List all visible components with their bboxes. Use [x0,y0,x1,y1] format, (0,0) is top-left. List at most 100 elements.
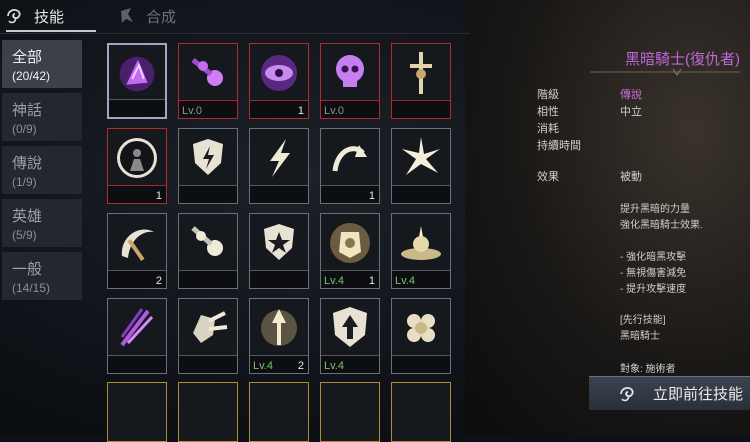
tab-skills-label: 技能 [34,8,65,26]
slot-footer [250,185,308,203]
category-name: 全部 [12,48,43,66]
duration-label: 持續時間 [537,140,581,152]
skill-slot[interactable]: 1 [320,128,380,204]
scythe-slash-icon [108,214,166,272]
slot-footer: 1 [250,100,308,118]
purple-eye-icon [250,44,308,102]
slot-footer: 2 [108,270,166,288]
category-all[interactable]: 全部 (20/42) [2,40,82,88]
star-shield-icon [250,214,308,272]
skill-slot[interactable] [178,213,238,289]
skill-slot[interactable] [249,382,309,442]
effect-value: 被動 [620,171,642,183]
purple-claw-icon [108,299,166,357]
eclipse-figure-icon [108,129,166,187]
go-to-skill-label: 立即前往技能 [653,386,744,403]
category-normal[interactable]: 一般 (14/15) [2,252,82,300]
skill-slot[interactable] [391,382,451,442]
attribute-value: 中立 [620,106,642,118]
slot-footer: Lv.0 [321,100,379,118]
category-mythic[interactable]: 神話 (0/9) [2,93,82,141]
target-line: 對象: 施術者 [620,364,676,375]
slot-footer: Lv.0 [179,100,237,118]
tab-skills[interactable]: 技能 [0,0,96,32]
skill-slot[interactable] [178,298,238,374]
skill-title: 黑暗騎士(復仇者) [625,51,740,68]
slot-footer [179,185,237,203]
skill-slot[interactable] [249,213,309,289]
skill-count: 1 [297,105,304,117]
dark-knight-icon [109,45,165,103]
slot-footer [109,99,165,117]
skill-slot[interactable] [391,43,451,119]
skill-slot[interactable] [107,382,167,442]
effect-label: 效果 [537,171,559,183]
cost-label: 消耗 [537,123,559,135]
slot-footer [392,355,450,373]
category-legend[interactable]: 傳說 (1/9) [2,146,82,194]
skill-slot[interactable]: Lv.4 1 [320,213,380,289]
skill-count: 1 [368,190,375,202]
slot-footer: Lv.4 2 [250,355,308,373]
shield-strike-icon [179,299,237,357]
curved-arrow-icon [321,129,379,187]
grade-label: 階級 [537,89,559,101]
skill-slot[interactable]: 1 [107,128,167,204]
skill-slot[interactable] [391,128,451,204]
purple-skull-icon [321,44,379,102]
slot-footer [392,185,450,203]
sword-emblem-icon [392,44,450,102]
skill-slot[interactable]: Lv.0 [178,43,238,119]
description-line: 強化黑暗騎士效果. [620,220,703,231]
skill-slot[interactable]: 2 [107,213,167,289]
attribute-label: 相性 [537,106,559,118]
holy-arrow-icon [250,299,308,357]
skill-slot[interactable]: Lv.4 [391,213,451,289]
skill-level: Lv.4 [324,275,344,287]
skill-slot[interactable]: Lv.0 [320,43,380,119]
lightning-icon [250,129,308,187]
bullet-line: - 強化暗黑攻擊 [620,252,687,263]
category-count: (20/42) [12,68,51,83]
description-line: 提升黑暗的力量 [620,204,690,215]
swirl-icon [7,9,21,24]
up-arrow-shield-icon [321,299,379,357]
anvil-icon [121,8,133,23]
go-to-skill-button[interactable]: 立即前往技能 [589,376,750,410]
skill-slot[interactable]: Lv.4 2 [249,298,309,374]
category-name: 神話 [12,101,43,119]
skill-slot[interactable] [107,43,167,119]
tab-synthesis[interactable]: 合成 [112,0,212,32]
category-name: 英雄 [12,207,43,225]
skill-level: Lv.0 [324,105,344,117]
category-count: (0/9) [12,121,37,136]
skill-slot[interactable] [178,382,238,442]
category-count: (5/9) [12,227,37,242]
skill-level: Lv.4 [253,360,273,372]
skill-slot[interactable]: 1 [249,43,309,119]
slot-footer [250,270,308,288]
skill-slot[interactable] [107,298,167,374]
shield-bolt-icon [179,129,237,187]
radiant-armor-icon [321,214,379,272]
skill-slot[interactable] [320,382,380,442]
tab-synthesis-label: 合成 [146,8,177,26]
burst-icon [392,129,450,187]
skill-count: 2 [155,275,162,287]
category-heroic[interactable]: 英雄 (5/9) [2,199,82,247]
skill-count: 1 [155,190,162,202]
category-count: (14/15) [12,280,51,295]
meteor-icon [179,214,237,272]
skill-slot[interactable] [178,128,238,204]
skill-slot[interactable] [249,128,309,204]
slot-footer: 1 [108,185,166,203]
grade-value: 傳說 [620,89,642,101]
skill-slot[interactable] [391,298,451,374]
slot-footer: Lv.4 [321,355,379,373]
tab-divider [0,33,470,34]
category-count: (1/9) [12,174,37,189]
slot-footer [392,100,450,118]
bullet-line: - 提升攻擊速度 [620,284,687,295]
skill-slot[interactable]: Lv.4 [320,298,380,374]
category-name: 傳說 [12,154,43,172]
